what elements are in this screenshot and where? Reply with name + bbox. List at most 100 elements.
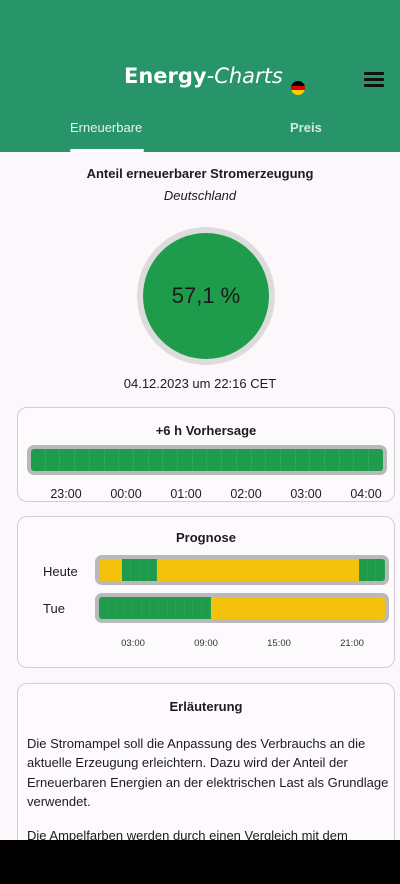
forecast-segment (178, 449, 193, 471)
prognose-segment (196, 559, 204, 581)
forecast-segment (163, 449, 179, 471)
prognose-segment (286, 597, 294, 619)
forecast-hour-label: 23:00 (50, 487, 82, 501)
forecast-segment (207, 449, 223, 471)
tab-preis[interactable]: Preis (290, 120, 322, 135)
prognose-segment (312, 559, 320, 581)
share-title: Anteil erneuerbarer Stromerzeugung (86, 166, 314, 181)
forecast-segment (89, 449, 105, 471)
prognose-segment (273, 559, 282, 581)
prognose-segment (107, 597, 117, 619)
forecast-segment (369, 449, 383, 471)
row-label-tue: Tue (43, 601, 65, 616)
prognose-tick-label: 15:00 (267, 638, 291, 649)
forecast-segment (354, 449, 370, 471)
prognose-segment (139, 559, 149, 581)
prognose-segment (335, 559, 344, 581)
prognose-card: Prognose Heute Tue 03:00 09:00 15:00 21:… (17, 516, 395, 668)
prognose-segment (331, 597, 340, 619)
prognose-segment (304, 559, 313, 581)
prognose-segment (225, 597, 234, 619)
forecast-segment (266, 449, 281, 471)
prognose-segment (265, 559, 274, 581)
prognose-segment (351, 559, 359, 581)
active-tab-indicator (70, 149, 144, 152)
prognose-segment (233, 597, 241, 619)
prognose-segment (148, 559, 158, 581)
prognose-segment (219, 559, 227, 581)
forecast-hour-label: 01:00 (170, 487, 202, 501)
prognose-segment (258, 559, 266, 581)
prognose-segment (124, 597, 134, 619)
prognose-segment (131, 559, 140, 581)
app-header: Energy-Charts Erneuerbare Preis (0, 0, 400, 152)
forecast-segment (280, 449, 296, 471)
prognose-segment (376, 559, 385, 581)
forecast-bar (31, 449, 383, 471)
germany-flag-icon (291, 81, 305, 95)
country-label[interactable]: Deutschland (0, 188, 400, 203)
prognose-segment (250, 559, 258, 581)
forecast-segment (75, 449, 90, 471)
forecast-segment (325, 449, 340, 471)
explanation-title: Erläuterung (169, 699, 243, 714)
tab-erneuerbare[interactable]: Erneuerbare (70, 120, 142, 135)
explanation-paragraph: Die Stromampel soll die Anpassung des Ve… (27, 736, 389, 810)
prognose-segment (141, 597, 151, 619)
forecast-hour-label: 00:00 (110, 487, 142, 501)
prognose-segment (122, 559, 131, 581)
forecast-segment (119, 449, 134, 471)
prognose-frame-heute (95, 555, 389, 585)
prognose-segment (99, 597, 108, 619)
forecast-segment (133, 449, 149, 471)
prognose-segment (114, 559, 123, 581)
forecast-segment (222, 449, 237, 471)
prognose-segment (358, 559, 368, 581)
prognose-segment (296, 559, 305, 581)
prognose-segment (180, 559, 189, 581)
prognose-segment (167, 597, 177, 619)
prognose-segment (271, 597, 279, 619)
forecast-segment (148, 449, 164, 471)
prognose-segment (255, 597, 264, 619)
forecast-segment (310, 449, 326, 471)
forecast-card: +6 h Vorhersage 23:00 00:00 01:00 02:00 … (17, 407, 395, 502)
row-label-heute: Heute (43, 564, 78, 579)
forecast-segment (236, 449, 252, 471)
forecast-segment (45, 449, 61, 471)
prognose-segment (106, 559, 115, 581)
prognose-bar-tue (99, 597, 385, 619)
prognose-segment (211, 559, 220, 581)
prognose-segment (184, 597, 194, 619)
forecast-hour-label: 03:00 (290, 487, 322, 501)
forecast-segment (339, 449, 355, 471)
prognose-segment (176, 597, 185, 619)
forecast-segment (31, 449, 46, 471)
prognose-segment (201, 597, 211, 619)
share-value: 57,1 % (171, 283, 241, 308)
prognose-segment (99, 559, 107, 581)
prognose-tick-label: 03:00 (121, 638, 145, 649)
prognose-segment (327, 559, 336, 581)
prognose-segment (343, 559, 351, 581)
forecast-segment (192, 449, 208, 471)
prognose-segment (263, 597, 272, 619)
logo-italic-text: -Charts (206, 64, 283, 88)
system-navigation-bar (0, 840, 400, 884)
prognose-segment (293, 597, 302, 619)
prognose-segment (210, 597, 219, 619)
prognose-segment (203, 559, 212, 581)
prognose-segment (316, 597, 325, 619)
prognose-segment (188, 559, 196, 581)
app-logo[interactable]: Energy-Charts (124, 62, 304, 102)
timestamp: 04.12.2023 um 22:16 CET (123, 376, 277, 391)
forecast-hour-label: 04:00 (350, 487, 382, 501)
hamburger-menu-icon[interactable] (364, 72, 384, 88)
prognose-segment (278, 597, 287, 619)
forecast-segment (251, 449, 267, 471)
prognose-segment (309, 597, 317, 619)
prognose-segment (362, 597, 370, 619)
forecast-hour-label: 02:00 (230, 487, 262, 501)
prognose-segment (133, 597, 142, 619)
prognose-bar-heute (99, 559, 385, 581)
